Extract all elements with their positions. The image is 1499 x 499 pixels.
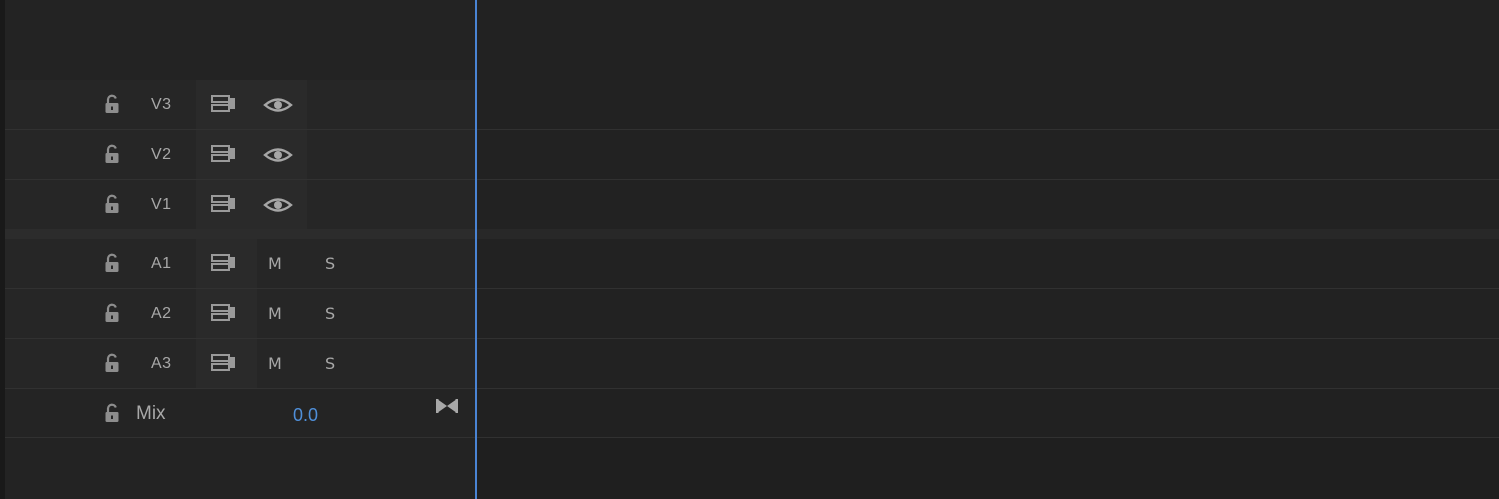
track-lane[interactable] [475, 239, 1499, 288]
sync-lock-icon[interactable] [211, 353, 237, 373]
lock-open-icon[interactable] [103, 94, 121, 114]
lock-open-icon[interactable] [103, 403, 121, 423]
video-audio-divider[interactable] [5, 229, 1499, 239]
track-header [5, 389, 475, 438]
sync-lock-icon[interactable] [211, 194, 237, 214]
lock-open-icon[interactable] [103, 303, 121, 323]
mix-volume-value[interactable]: 0.0 [293, 405, 318, 426]
track-divider [5, 437, 1499, 438]
track-label[interactable]: V1 [151, 196, 172, 214]
lock-open-icon[interactable] [103, 144, 121, 164]
track-lane[interactable] [475, 389, 1499, 438]
track-v1: V1 [5, 180, 1499, 230]
track-a2: A2 M S [5, 289, 1499, 339]
track-a3: A3 M S [5, 339, 1499, 389]
track-label[interactable]: A3 [151, 355, 172, 373]
mute-button[interactable]: M [268, 304, 282, 323]
track-label[interactable]: A2 [151, 305, 172, 323]
eye-icon[interactable] [263, 195, 293, 215]
lock-open-icon[interactable] [103, 353, 121, 373]
timeline-panel: V3 V2 V1 A1 M S A2 M S A3 M S Mix 0.0 [0, 0, 1499, 499]
track-v2: V2 [5, 130, 1499, 180]
lock-open-icon[interactable] [103, 194, 121, 214]
track-header-area [5, 0, 475, 80]
track-v3: V3 [5, 80, 1499, 130]
empty-lane[interactable] [475, 437, 1499, 499]
playhead-line[interactable] [475, 0, 477, 499]
sync-lock-icon[interactable] [211, 303, 237, 323]
eye-icon[interactable] [263, 95, 293, 115]
track-mix: Mix 0.0 [5, 389, 1499, 439]
track-lane[interactable] [475, 130, 1499, 179]
track-label[interactable]: V2 [151, 146, 172, 164]
track-label[interactable]: A1 [151, 255, 172, 273]
track-lane[interactable] [475, 289, 1499, 338]
mix-label: Mix [136, 403, 166, 424]
track-lane[interactable] [475, 339, 1499, 388]
track-lane[interactable] [475, 180, 1499, 229]
timeline-empty-area [5, 437, 1499, 499]
solo-button[interactable]: S [325, 304, 335, 323]
mute-button[interactable]: M [268, 254, 282, 273]
bowtie-icon[interactable] [435, 396, 459, 416]
sync-lock-icon[interactable] [211, 144, 237, 164]
solo-button[interactable]: S [325, 254, 335, 273]
lock-open-icon[interactable] [103, 253, 121, 273]
solo-button[interactable]: S [325, 354, 335, 373]
sync-lock-icon[interactable] [211, 94, 237, 114]
eye-icon[interactable] [263, 145, 293, 165]
divider-lane [475, 229, 1499, 239]
track-a1: A1 M S [5, 239, 1499, 289]
track-lane[interactable] [475, 80, 1499, 129]
track-label[interactable]: V3 [151, 96, 172, 114]
mute-button[interactable]: M [268, 354, 282, 373]
sync-lock-icon[interactable] [211, 253, 237, 273]
